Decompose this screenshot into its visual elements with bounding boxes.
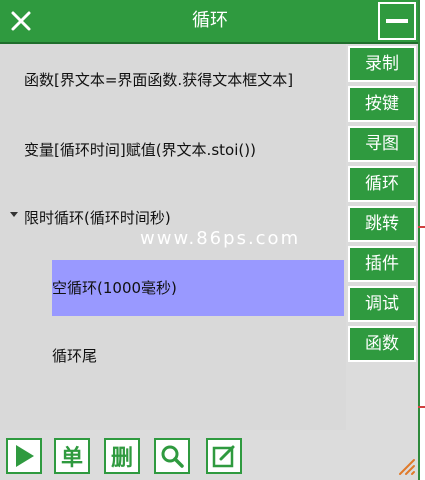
sidebar-item-jump[interactable]: 跳转 xyxy=(348,206,416,242)
list-item-selected[interactable]: 空循环(1000毫秒) xyxy=(52,260,344,316)
search-icon xyxy=(161,445,184,468)
sidebar-item-record[interactable]: 录制 xyxy=(348,46,416,82)
play-icon xyxy=(16,445,34,467)
close-icon xyxy=(11,11,31,31)
minimize-button[interactable] xyxy=(378,2,416,40)
edit-button[interactable] xyxy=(206,438,242,474)
title-bar: 循环 xyxy=(0,0,418,44)
run-button[interactable] xyxy=(6,438,42,474)
sidebar-item-find-image[interactable]: 寻图 xyxy=(348,126,416,162)
resize-handle-icon[interactable] xyxy=(394,454,416,476)
single-step-label: 单 xyxy=(60,446,83,471)
single-step-button[interactable]: 单 xyxy=(54,438,90,474)
sidebar-item-debug[interactable]: 调试 xyxy=(348,286,416,322)
expand-caret-icon[interactable] xyxy=(10,212,18,217)
minimize-icon xyxy=(386,19,408,23)
list-item-text: 变量[循环时间]赋值(界文本.stoi()) xyxy=(24,141,256,159)
sidebar-item-key[interactable]: 按键 xyxy=(348,86,416,122)
list-item[interactable]: 函数[界文本=界面函数.获得文本框文本] xyxy=(24,54,293,106)
macro-editor-window: 循环 函数[界文本=界面函数.获得文本框文本] 变量[循环时间]赋值(界文本.s… xyxy=(0,0,420,480)
list-item[interactable]: 变量[循环时间]赋值(界文本.stoi()) xyxy=(24,124,256,176)
list-item-text: 空循环(1000毫秒) xyxy=(52,279,177,297)
delete-label: 删 xyxy=(110,446,133,471)
list-item-text: 函数[界文本=界面函数.获得文本框文本] xyxy=(24,71,294,89)
list-item-text: 限时循环(循环时间秒) xyxy=(24,209,171,227)
sidebar-item-loop[interactable]: 循环 xyxy=(348,166,416,202)
search-button[interactable] xyxy=(154,438,190,474)
edit-icon xyxy=(212,445,235,468)
delete-button[interactable]: 删 xyxy=(104,438,140,474)
watermark: www.86ps.com xyxy=(140,228,301,249)
sidebar-item-function[interactable]: 函数 xyxy=(348,326,416,362)
sidebar-item-plugin[interactable]: 插件 xyxy=(348,246,416,282)
list-item[interactable]: 循环尾 xyxy=(52,330,97,382)
list-item-text: 循环尾 xyxy=(52,347,98,365)
close-button[interactable] xyxy=(4,4,38,38)
background-edge-line xyxy=(418,226,425,228)
background-edge-line xyxy=(418,406,425,408)
window-title: 循环 xyxy=(192,10,228,31)
bottom-toolbar: 单 删 xyxy=(0,432,418,480)
